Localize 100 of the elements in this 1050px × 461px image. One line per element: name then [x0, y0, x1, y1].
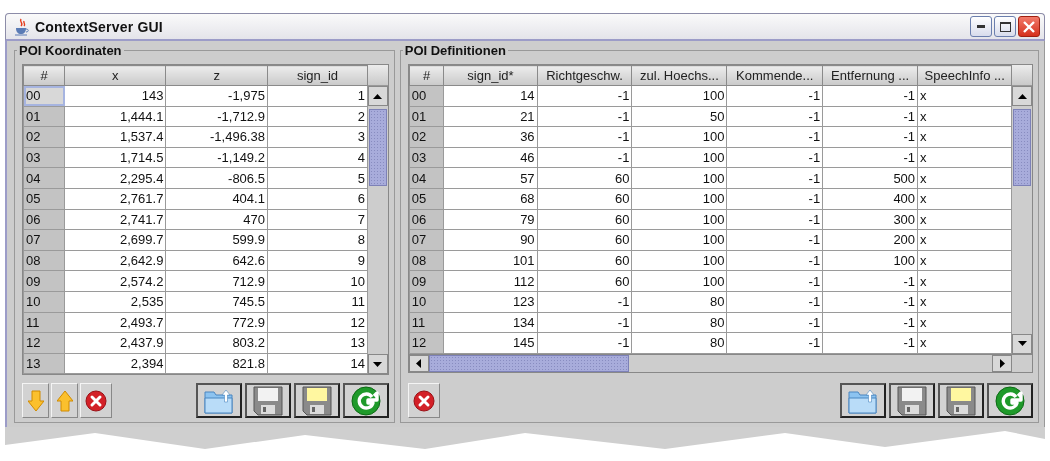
row-header-cell: 03: [23, 147, 65, 168]
scroll-up-icon: [373, 93, 383, 99]
column-header[interactable]: x: [64, 65, 166, 86]
column-header[interactable]: Kommende...: [726, 65, 823, 86]
reload-button[interactable]: [987, 383, 1033, 419]
table-cell: -1: [822, 332, 918, 354]
table-cell: 2,437.9: [64, 332, 166, 354]
table-cell: 1,444.1: [64, 106, 166, 127]
column-header[interactable]: SpeechInfo ...: [917, 65, 1012, 86]
row-header-cell: 02: [409, 126, 444, 148]
row-header-cell: 12: [23, 332, 65, 354]
open-button[interactable]: [840, 383, 886, 419]
table-cell: 2,535: [64, 291, 166, 313]
table-cell: 9: [267, 250, 368, 271]
close-button[interactable]: [1018, 16, 1040, 37]
column-header[interactable]: z: [165, 65, 268, 86]
table-cell: 2,493.7: [64, 312, 166, 333]
scroll-thumb[interactable]: [1013, 109, 1031, 186]
table-cell: -1: [726, 126, 823, 148]
table-cell: -1: [537, 85, 632, 107]
table-cell: 599.9: [165, 229, 268, 251]
row-header-cell: 09: [409, 270, 444, 292]
table-cell: 12: [267, 312, 368, 333]
table-cell: -1: [726, 270, 823, 292]
table-cell: 100: [631, 126, 727, 148]
table-cell: 6: [267, 188, 368, 210]
delete-button[interactable]: [407, 383, 440, 419]
table-cell: 803.2: [165, 332, 268, 354]
move-down-button[interactable]: [22, 383, 49, 419]
table-cell: -1: [822, 291, 918, 313]
table-cell: 13: [267, 332, 368, 354]
horizontal-scrollbar[interactable]: [408, 354, 1012, 372]
row-header-cell: 01: [23, 106, 65, 127]
vertical-scrollbar[interactable]: [368, 86, 388, 375]
scroll-thumb[interactable]: [369, 109, 387, 186]
move-up-button[interactable]: [51, 383, 78, 419]
header-corner: [368, 65, 388, 86]
column-header[interactable]: Richtgeschw.: [537, 65, 632, 86]
table-cell: 50: [631, 106, 727, 127]
column-header[interactable]: Entfernung ...: [822, 65, 918, 86]
table-cell: -1: [537, 312, 632, 333]
column-header[interactable]: #: [409, 65, 444, 86]
minimize-button[interactable]: [970, 16, 992, 37]
scroll-down-icon: [1017, 341, 1027, 347]
scroll-thumb[interactable]: [428, 354, 629, 372]
row-header-cell: 04: [23, 167, 65, 189]
table-cell: -1: [822, 312, 918, 333]
row-header-cell: 11: [409, 312, 444, 333]
reload-button[interactable]: [342, 383, 389, 419]
table-cell: 46: [443, 147, 538, 168]
column-header[interactable]: sign_id: [267, 65, 368, 86]
vertical-scrollbar[interactable]: [1012, 86, 1032, 354]
save-button[interactable]: [889, 383, 935, 419]
table-cell: 57: [443, 167, 538, 189]
table-cell: 143: [64, 85, 166, 107]
table-cell: -1,496.38: [165, 126, 268, 148]
scroll-down-icon: [373, 361, 383, 367]
row-header-cell: 08: [23, 250, 65, 271]
refresh-icon: [350, 385, 381, 416]
table-cell: 745.5: [165, 291, 268, 313]
table-cell: 60: [537, 229, 632, 251]
save-button[interactable]: [244, 383, 291, 419]
table-cell: -1: [822, 126, 918, 148]
table-cell: 112: [443, 270, 538, 292]
table-cell: 14: [267, 353, 368, 374]
column-header[interactable]: sign_id*: [443, 65, 538, 86]
column-header[interactable]: zul. Hoechs...: [631, 65, 727, 86]
table-cell: -1: [822, 85, 918, 107]
table-cell: 712.9: [165, 270, 268, 292]
table-cell: 79: [443, 209, 538, 230]
table-cell: 404.1: [165, 188, 268, 210]
table-cell: 8: [267, 229, 368, 251]
row-header-cell: 09: [23, 270, 65, 292]
row-header-cell: 03: [409, 147, 444, 168]
table-cell: -806.5: [165, 167, 268, 189]
table-cell: 2: [267, 106, 368, 127]
table-cell: 100: [631, 188, 727, 210]
table-cell: 200: [822, 229, 918, 251]
table-cell: 642.6: [165, 250, 268, 271]
save-as-button[interactable]: [293, 383, 340, 419]
table-cell: 60: [537, 209, 632, 230]
table-cell: 68: [443, 188, 538, 210]
table-cell: 100: [631, 147, 727, 168]
row-header-cell: 10: [23, 291, 65, 313]
open-button[interactable]: [195, 383, 242, 419]
delete-button[interactable]: [80, 383, 112, 419]
table-cell: 100: [822, 250, 918, 271]
column-header[interactable]: #: [23, 65, 65, 86]
table-cell: -1,975: [165, 85, 268, 107]
folder-icon: [203, 387, 234, 414]
row-header-cell: 04: [409, 167, 444, 189]
row-header-cell: 12: [409, 332, 444, 354]
row-header-cell: 08: [409, 250, 444, 271]
table-cell: -1: [537, 147, 632, 168]
table-cell: x: [917, 85, 1012, 107]
table-cell: -1: [726, 209, 823, 230]
maximize-button[interactable]: [994, 16, 1016, 37]
row-header-cell: 07: [23, 229, 65, 251]
table-cell: -1: [537, 332, 632, 354]
save-as-button[interactable]: [938, 383, 984, 419]
